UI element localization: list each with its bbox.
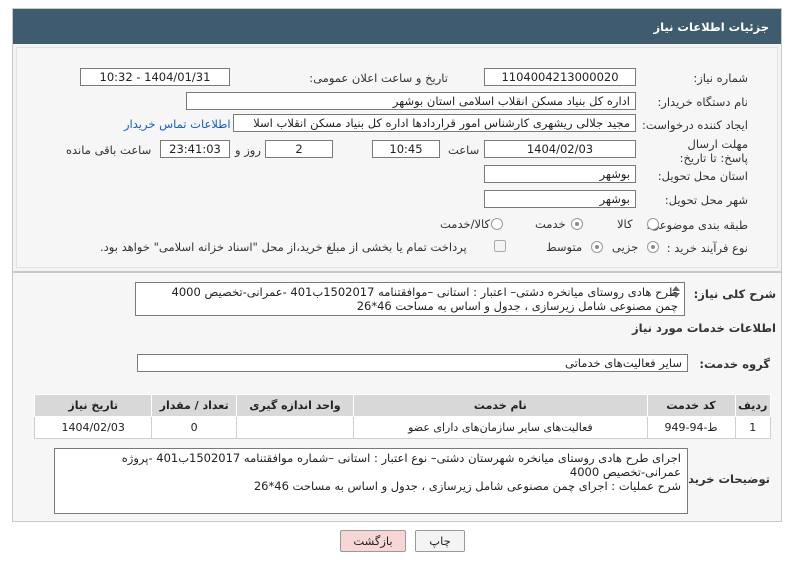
- summary-line-2: چمن مصنوعی شامل زیرسازی ، جدول و اساس به…: [356, 299, 678, 313]
- category-option-goods: کالا: [617, 217, 633, 231]
- cell-unit: [235, 416, 355, 439]
- deadline-label: مهلت ارسال پاسخ: تا تاریخ:: [679, 137, 748, 165]
- service-group-field: سایر فعالیت‌های خدماتی: [137, 354, 688, 372]
- days-field: 2: [265, 140, 333, 158]
- services-table: ردیف کد خدمت نام خدمت واحد اندازه گیری ت…: [33, 394, 772, 439]
- province-label: استان محل تحویل:: [657, 169, 748, 183]
- scroll-up-icon[interactable]: [672, 286, 680, 291]
- deadline-time-field: 10:45: [372, 140, 440, 158]
- city-label: شهر محل تحویل:: [664, 193, 748, 207]
- announce-label: تاریخ و ساعت اعلان عمومی:: [309, 71, 448, 85]
- category-radio-service[interactable]: [571, 218, 583, 230]
- category-radio-goods-service[interactable]: [491, 218, 503, 230]
- category-option-service: خدمت: [535, 217, 566, 231]
- scroll-down-icon[interactable]: [672, 293, 680, 298]
- cell-row: 1: [734, 416, 772, 439]
- treasury-checkbox[interactable]: [494, 240, 506, 252]
- summary-textarea[interactable]: طرح هادی روستای میانخره دشتی– اعتبار : ا…: [135, 282, 685, 316]
- col-name: نام خدمت: [353, 394, 648, 417]
- process-radio-minor[interactable]: [647, 241, 659, 253]
- need-number-field: 1104004213000020: [484, 68, 636, 86]
- cell-name: فعالیت‌های سایر سازمان‌های دارای عضو: [353, 416, 648, 439]
- summary-label: شرح کلی نیاز:: [693, 287, 776, 301]
- announce-field: 1404/01/31 - 10:32: [80, 68, 230, 86]
- cell-code: ط-94-949: [646, 416, 736, 439]
- treasury-note: پرداخت تمام یا بخشی از مبلغ خرید،از محل …: [100, 240, 467, 254]
- remaining-label: ساعت باقی مانده: [66, 143, 152, 157]
- buyer-contact-link[interactable]: اطلاعات تماس خریدار: [124, 117, 231, 131]
- city-field: بوشهر: [484, 190, 636, 208]
- col-qty: تعداد / مقدار: [151, 394, 237, 417]
- buyer-notes-line-1: اجرای طرح هادی روستای میانخره شهرستان دش…: [121, 451, 681, 465]
- province-field: بوشهر: [484, 165, 636, 183]
- buyer-notes-textarea[interactable]: اجرای طرح هادی روستای میانخره شهرستان دش…: [54, 448, 688, 514]
- category-label: طبقه بندی موضوعی:: [646, 218, 748, 232]
- col-row: ردیف: [734, 394, 772, 417]
- creator-label: ایجاد کننده درخواست:: [642, 118, 748, 132]
- cell-date: 1404/02/03: [33, 416, 153, 439]
- col-unit: واحد اندازه گیری: [235, 394, 355, 417]
- back-button[interactable]: بازگشت: [340, 530, 406, 552]
- table-row: 1 ط-94-949 فعالیت‌های سایر سازمان‌های دا…: [33, 416, 772, 439]
- panel-title: جزئیات اطلاعات نیاز: [13, 9, 781, 44]
- col-date: تاریخ نیاز: [33, 394, 153, 417]
- buyer-org-label: نام دستگاه خریدار:: [657, 95, 748, 109]
- days-label: روز و: [235, 143, 261, 157]
- col-code: کد خدمت: [646, 394, 736, 417]
- buyer-notes-line-3: شرح عملیات : اجرای چمن مصنوعی شامل زیرسا…: [253, 479, 681, 493]
- deadline-time-label: ساعت: [448, 143, 480, 157]
- category-radio-goods[interactable]: [647, 218, 659, 230]
- need-number-label: شماره نیاز:: [693, 71, 748, 85]
- buyer-org-field: اداره کل بنیاد مسکن انقلاب اسلامی استان …: [186, 92, 636, 110]
- service-group-label: گروه خدمت:: [699, 357, 770, 371]
- process-option-medium: متوسط: [546, 240, 583, 254]
- process-option-minor: جزیی: [612, 240, 639, 254]
- process-radio-medium[interactable]: [591, 241, 603, 253]
- deadline-date-field: 1404/02/03: [484, 140, 636, 158]
- services-section-title: اطلاعات خدمات مورد نیاز: [632, 321, 776, 335]
- summary-line-1: طرح هادی روستای میانخره دشتی– اعتبار : ا…: [171, 285, 678, 299]
- cell-qty: 0: [151, 416, 237, 439]
- creator-field: مجید جلالی ریشهری کارشناس امور قراردادها…: [233, 114, 636, 132]
- buyer-notes-line-2: عمرانی-تخصیص 4000: [569, 465, 681, 479]
- process-label: نوع فرآیند خرید :: [666, 241, 748, 255]
- print-button[interactable]: چاپ: [415, 530, 465, 552]
- remaining-time-field: 23:41:03: [160, 140, 230, 158]
- category-option-goods-service: کالا/خدمت: [440, 217, 491, 231]
